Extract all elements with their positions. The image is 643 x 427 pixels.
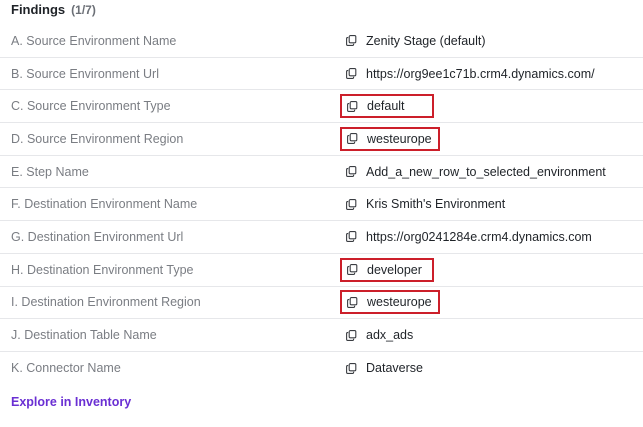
finding-row: E. Step Name Add_a_new_row_to_selected_e… [0, 156, 643, 189]
finding-value-text: developer [367, 262, 422, 277]
copy-icon[interactable] [346, 198, 357, 210]
finding-label: F. Destination Environment Name [11, 197, 198, 212]
finding-value-highlighted: westeurope [340, 126, 440, 151]
finding-label: D. Source Environment Region [11, 131, 184, 146]
finding-value-text: adx_ads [366, 328, 414, 343]
finding-label: B. Source Environment Url [11, 66, 159, 81]
copy-icon[interactable] [347, 133, 358, 145]
finding-value: Kris Smith's Environment [346, 197, 505, 211]
finding-value-text: https://org9ee1c71b.crm4.dynamics.com/ [366, 66, 595, 81]
finding-value-highlighted: westeurope [340, 290, 440, 315]
finding-value-text: Zenity Stage (default) [366, 33, 486, 48]
finding-value-text: Add_a_new_row_to_selected_environment [366, 164, 606, 179]
copy-icon[interactable] [346, 68, 357, 79]
finding-value-text: Kris Smith's Environment [366, 197, 506, 212]
findings-list: A. Source Environment Name Zenity Stage … [0, 25, 643, 385]
finding-row: A. Source Environment Name Zenity Stage … [0, 25, 643, 58]
copy-icon[interactable] [346, 362, 357, 374]
findings-header: Findings (1/7) [11, 2, 96, 22]
finding-label: A. Source Environment Name [11, 33, 177, 48]
finding-value-text: Dataverse [366, 361, 423, 376]
copy-icon[interactable] [346, 231, 357, 243]
findings-count: (1/7) [71, 3, 96, 17]
finding-value: https://org9ee1c71b.crm4.dynamics.com/ [346, 67, 595, 81]
finding-value: adx_ads [346, 328, 413, 342]
copy-icon[interactable] [346, 166, 357, 178]
finding-value: Dataverse [346, 361, 423, 375]
finding-row: F. Destination Environment Name Kris Smi… [0, 188, 643, 222]
copy-icon[interactable] [347, 100, 358, 112]
finding-row: K. Connector Name Dataverse [0, 352, 643, 385]
findings-title: Findings [11, 2, 66, 17]
finding-row: C. Source Environment Type default [0, 90, 643, 124]
copy-icon[interactable] [346, 329, 357, 341]
copy-icon[interactable] [346, 35, 357, 47]
finding-row: D. Source Environment Region westeurope [0, 123, 643, 156]
finding-label: C. Source Environment Type [11, 99, 171, 114]
finding-label: H. Destination Environment Type [11, 262, 194, 277]
finding-value-highlighted: developer [340, 257, 434, 282]
finding-row: G. Destination Environment Url https://o… [0, 221, 643, 254]
finding-label: K. Connector Name [11, 361, 121, 376]
finding-row: J. Destination Table Name adx_ads [0, 319, 643, 352]
explore-in-inventory-link[interactable]: Explore in Inventory [11, 395, 131, 409]
finding-label: G. Destination Environment Url [11, 229, 184, 244]
finding-row: B. Source Environment Url https://org9ee… [0, 58, 643, 91]
finding-value-text: https://org0241284e.crm4.dynamics.com [366, 229, 592, 244]
finding-row: I. Destination Environment Region westeu… [0, 287, 643, 320]
copy-icon[interactable] [347, 296, 358, 308]
copy-icon[interactable] [347, 264, 358, 276]
finding-label: E. Step Name [11, 164, 89, 179]
finding-value-text: westeurope [367, 295, 432, 310]
finding-value: https://org0241284e.crm4.dynamics.com [346, 230, 592, 244]
finding-value: Zenity Stage (default) [346, 34, 486, 48]
finding-value-text: default [367, 99, 405, 114]
finding-value-text: westeurope [367, 131, 432, 146]
finding-value: Add_a_new_row_to_selected_environment [346, 165, 606, 179]
finding-label: J. Destination Table Name [11, 328, 157, 343]
finding-label: I. Destination Environment Region [11, 295, 201, 310]
finding-value-highlighted: default [340, 94, 434, 119]
finding-row: H. Destination Environment Type develope… [0, 254, 643, 287]
